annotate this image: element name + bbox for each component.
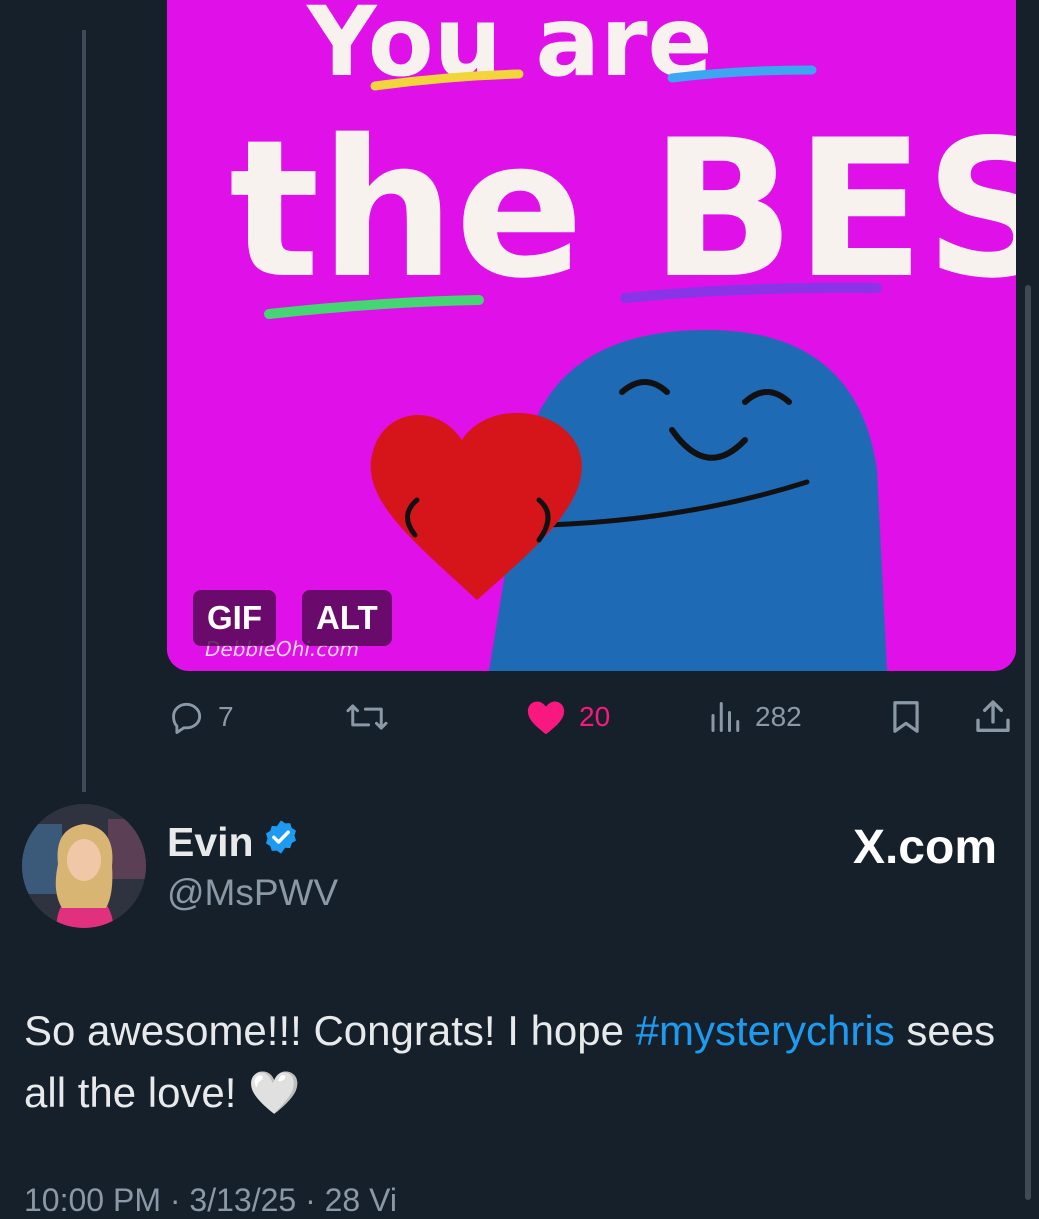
like-button[interactable]: 20 <box>525 690 610 744</box>
white-heart-emoji: 🤍 <box>248 1069 301 1116</box>
display-name-row[interactable]: Evin <box>167 818 300 866</box>
bookmark-button[interactable] <box>887 690 925 744</box>
views-button[interactable]: 282 <box>707 690 802 744</box>
retweet-icon <box>343 698 391 736</box>
retweet-button[interactable] <box>343 690 403 744</box>
avatar[interactable] <box>22 804 146 928</box>
tweet-text: So awesome!!! Congrats! I hope #mysteryc… <box>24 1000 1014 1124</box>
gif-badge[interactable]: GIF <box>193 590 276 646</box>
heart-icon <box>525 698 567 736</box>
share-icon <box>973 697 1013 737</box>
display-name: Evin <box>167 818 254 865</box>
views-count: 282 <box>755 701 802 732</box>
thread-line <box>82 30 86 792</box>
reply-count: 7 <box>218 701 234 732</box>
reply-icon <box>168 698 206 736</box>
image-text-main: the BEST. <box>229 99 1016 320</box>
like-count: 20 <box>579 701 611 732</box>
reply-button[interactable]: 7 <box>168 690 234 744</box>
user-handle[interactable]: @MsPWV <box>167 872 338 914</box>
bookmark-icon <box>887 697 925 737</box>
share-button[interactable] <box>973 690 1013 744</box>
views-chart-icon <box>707 698 743 736</box>
gif-illustration: You are the BEST. DebbieOhi.com <box>167 0 1016 671</box>
hashtag-link[interactable]: #mysterychris <box>636 1007 895 1054</box>
avatar-photo <box>22 804 146 928</box>
alt-badge[interactable]: ALT <box>302 590 392 646</box>
image-text-top: You are <box>306 0 713 98</box>
verified-badge-icon <box>262 818 300 866</box>
tweet-actions: 7 20 282 <box>0 690 1039 744</box>
tweet-text-part1: So awesome!!! Congrats! I hope <box>24 1007 636 1054</box>
x-logo: X.com <box>852 821 997 874</box>
tweet-timestamp: 10:00 PM · 3/13/25 · 28 Vi <box>24 1182 397 1218</box>
gif-media[interactable]: You are the BEST. DebbieOhi.com GIF ALT <box>167 0 1016 671</box>
